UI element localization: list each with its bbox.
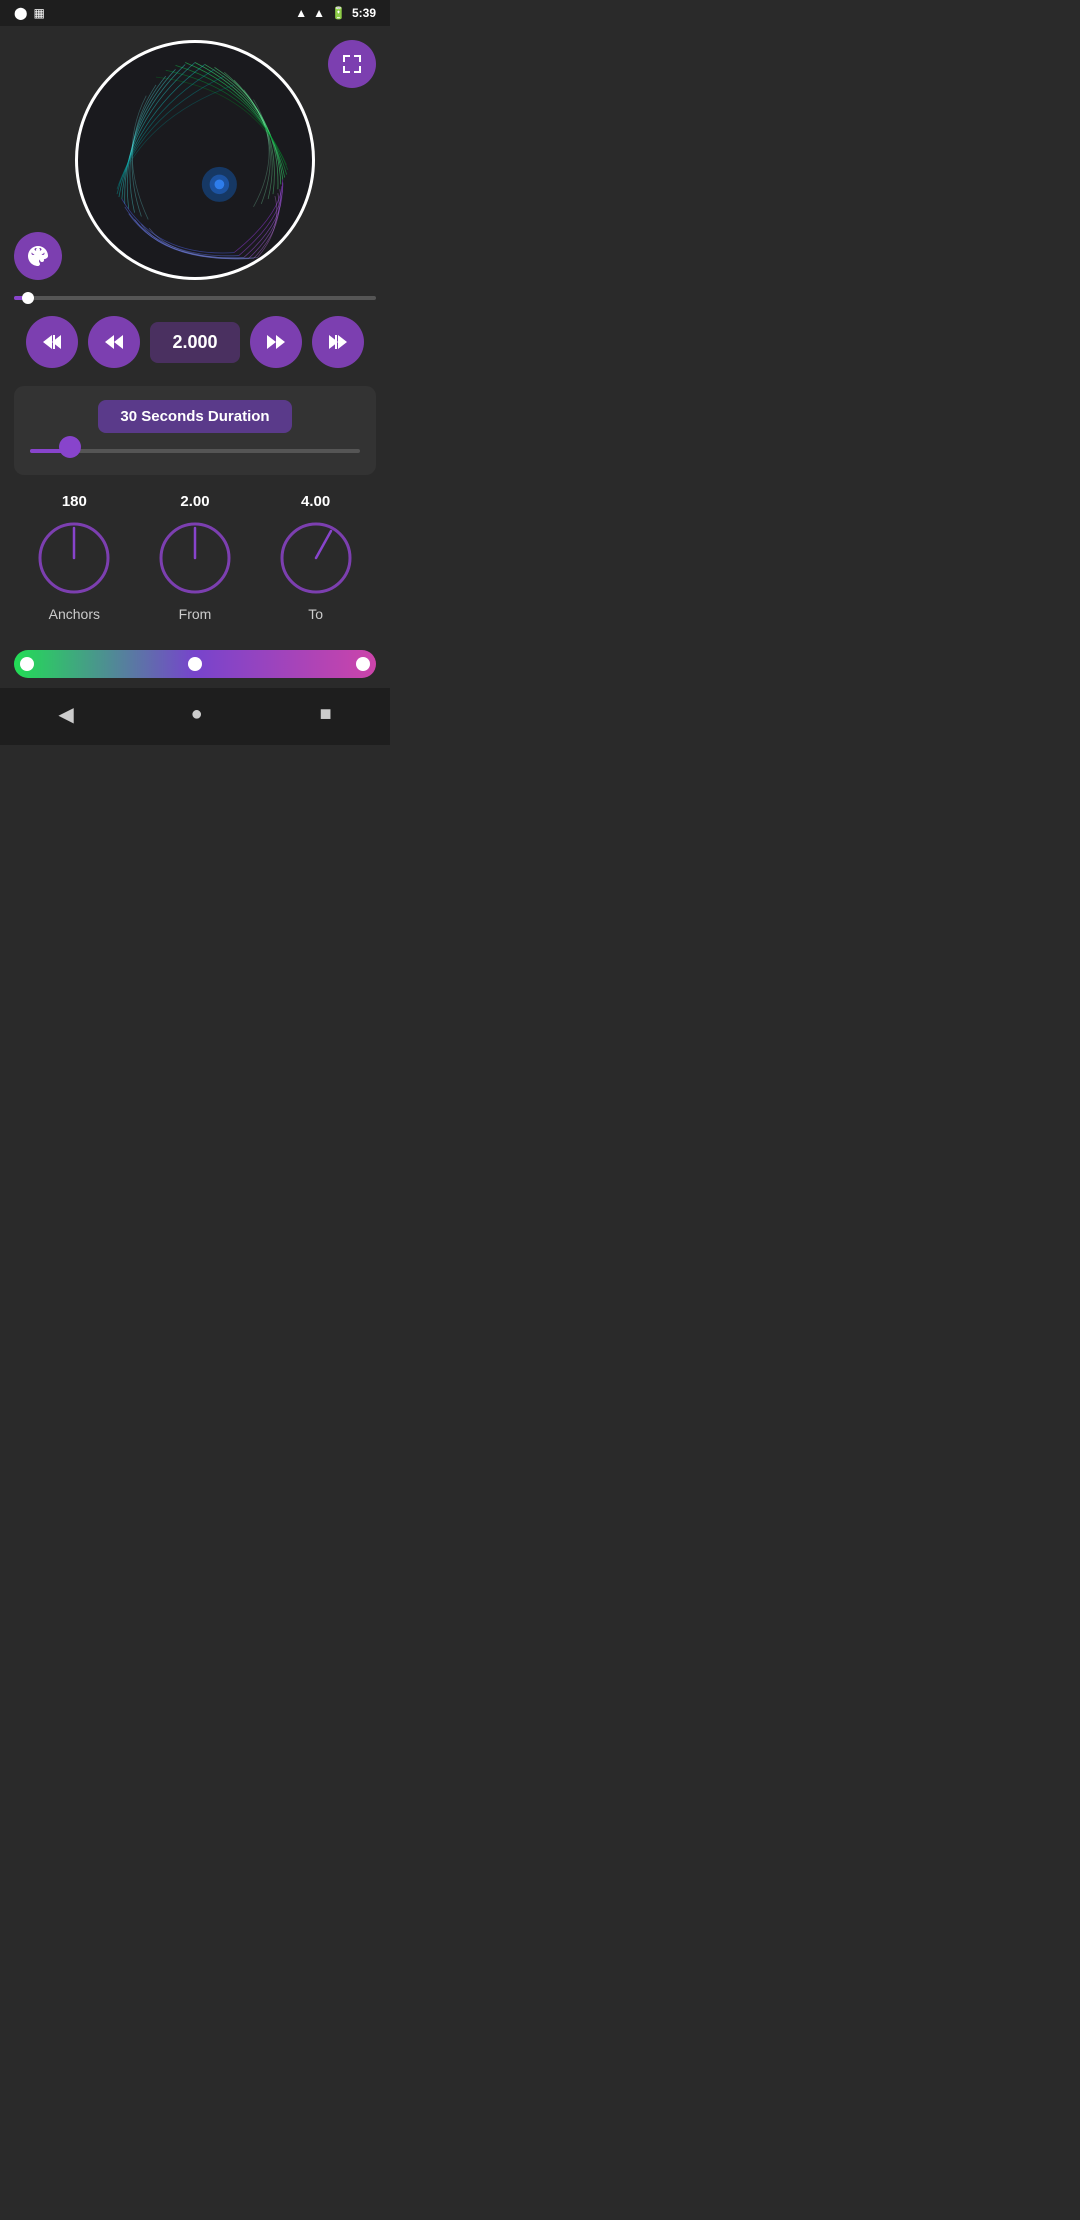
skip-forward-button[interactable] [312, 316, 364, 368]
status-right: ▲ ▲ 🔋 5:39 [295, 6, 376, 20]
skip-back-button[interactable] [26, 316, 78, 368]
home-button[interactable]: ● [177, 699, 217, 730]
knobs-section: 180 Anchors 2.00 From 4.00 To [0, 483, 390, 638]
duration-thumb[interactable] [59, 436, 81, 458]
fullscreen-button[interactable] [328, 40, 376, 88]
anchors-knob-container: 180 Anchors [34, 493, 114, 622]
speed-display: 2.000 [150, 322, 240, 363]
playback-controls: 2.000 [0, 306, 390, 378]
duration-badge: 30 Seconds Duration [98, 400, 291, 433]
to-knob-container: 4.00 To [276, 493, 356, 622]
anchors-value: 180 [62, 493, 87, 510]
color-gradient-bar[interactable] [14, 650, 376, 678]
rewind-button[interactable] [88, 316, 140, 368]
to-value: 4.00 [301, 493, 330, 510]
fast-forward-button[interactable] [250, 316, 302, 368]
back-button[interactable]: ◀ [44, 698, 87, 731]
time-display: 5:39 [352, 6, 376, 20]
status-bar: ⬤ ▦ ▲ ▲ 🔋 5:39 [0, 0, 390, 26]
progress-bar-section[interactable] [0, 290, 390, 306]
sim-icon: ▦ [33, 6, 44, 20]
from-knob[interactable] [155, 518, 235, 598]
signal-icon: ▲ [313, 6, 325, 20]
battery-icon: 🔋 [331, 6, 346, 20]
wifi-icon: ▲ [295, 6, 307, 20]
color-dot-right[interactable] [356, 657, 370, 671]
status-left-icons: ⬤ ▦ [14, 6, 45, 20]
color-dot-mid[interactable] [188, 657, 202, 671]
from-knob-container: 2.00 From [155, 493, 235, 622]
to-label: To [308, 606, 323, 622]
duration-panel: 30 Seconds Duration [14, 386, 376, 475]
anchors-knob[interactable] [34, 518, 114, 598]
to-knob[interactable] [276, 518, 356, 598]
palette-button[interactable] [14, 232, 62, 280]
from-value: 2.00 [180, 493, 209, 510]
recent-button[interactable]: ■ [305, 699, 345, 730]
spiral-visualization [75, 40, 315, 280]
progress-thumb[interactable] [22, 292, 34, 304]
circle-icon: ⬤ [14, 6, 27, 20]
anchors-label: Anchors [49, 606, 100, 622]
from-label: From [179, 606, 212, 622]
progress-track[interactable] [14, 296, 376, 300]
duration-label-wrap: 30 Seconds Duration [30, 400, 360, 433]
color-dot-left[interactable] [20, 657, 34, 671]
canvas-area [0, 26, 390, 290]
duration-slider[interactable] [30, 445, 360, 457]
navigation-bar: ◀ ● ■ [0, 688, 390, 745]
